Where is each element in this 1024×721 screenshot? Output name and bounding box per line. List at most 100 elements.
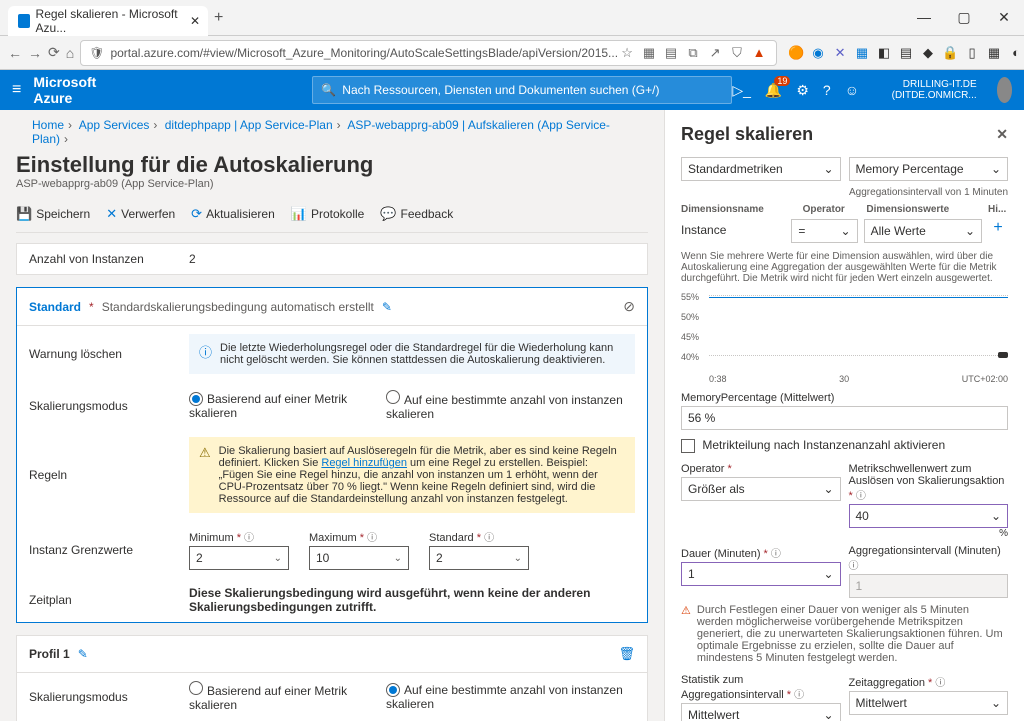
nav-fwd-icon[interactable]: → <box>28 45 42 61</box>
ext-icon[interactable]: ◧ <box>875 45 893 61</box>
breadcrumb: Home› App Services› ditdephpapp | App Se… <box>16 110 648 150</box>
add-dimension-icon[interactable]: + <box>988 219 1008 243</box>
azure-brand[interactable]: Microsoft Azure <box>33 74 112 106</box>
avatar[interactable] <box>997 77 1012 103</box>
min-select[interactable]: 2⌄ <box>189 546 289 570</box>
window-close[interactable]: ✕ <box>984 9 1024 26</box>
profile-title: Profil 1 <box>29 647 70 661</box>
logs-icon: 📊 <box>291 206 307 222</box>
qr-icon[interactable]: ▦ <box>640 45 658 61</box>
warn-delete-label: Warnung löschen <box>29 347 189 361</box>
standard-subtitle: Standardskalierungsbedingung automatisch… <box>102 300 374 314</box>
tab-close-icon[interactable]: ✕ <box>190 14 200 28</box>
metric-value-box: 56 % <box>681 406 1008 430</box>
ext-icon[interactable]: 🟠 <box>787 45 805 61</box>
azure-search[interactable]: 🔍 Nach Ressourcen, Diensten und Dokument… <box>312 76 732 104</box>
refresh-icon: ⟳ <box>191 206 202 222</box>
feedback-icon: 💬 <box>380 206 396 222</box>
radio-metric[interactable]: Basierend auf einer Metrik skalieren <box>189 392 370 420</box>
save-icon: 💾 <box>16 206 32 222</box>
pip-icon[interactable]: ⧉ <box>684 45 702 61</box>
delete-icon[interactable]: 🗑 <box>618 646 635 662</box>
add-rule-link[interactable]: Regel hinzufügen <box>321 457 407 469</box>
ext-icon[interactable]: ◉ <box>809 45 827 61</box>
url-text: portal.azure.com/#view/Microsoft_Azure_M… <box>110 46 618 60</box>
nav-back-icon[interactable]: ← <box>8 45 22 61</box>
logs-button[interactable]: 📊Protokolle <box>291 206 365 222</box>
dim-vals-select[interactable]: Alle Werte⌄ <box>864 219 982 243</box>
duration-input[interactable]: 1⌄ <box>681 562 841 586</box>
std-select[interactable]: 2⌄ <box>429 546 529 570</box>
agg-note: Aggregationsintervall von 1 Minuten <box>681 187 1008 198</box>
azure-favicon <box>18 14 30 28</box>
threshold-input[interactable]: 40⌄ <box>849 504 1009 528</box>
metric-select[interactable]: Memory Percentage⌄ <box>849 157 1009 181</box>
stat-select[interactable]: Mittelwert⌄ <box>681 703 841 721</box>
crumb-home[interactable]: Home <box>32 118 64 132</box>
tab-title: Regel skalieren - Microsoft Azu... <box>36 7 180 35</box>
warn-triangle-icon[interactable]: ▲ <box>750 45 768 61</box>
scale-mode-label: Skalierungsmodus <box>29 399 189 413</box>
share-icon[interactable]: ↗ <box>706 45 724 61</box>
operator-select[interactable]: Größer als⌄ <box>681 477 841 501</box>
discard-icon: ✕ <box>106 206 117 222</box>
nav-home-icon[interactable]: ⌂ <box>66 45 74 61</box>
help-icon[interactable]: ? <box>823 82 831 98</box>
hamburger-icon[interactable]: ≡ <box>12 81 21 99</box>
ext-icon[interactable]: 🔒 <box>941 45 959 61</box>
url-bar[interactable]: 🛡 portal.azure.com/#view/Microsoft_Azure… <box>80 40 777 66</box>
dim-op-select[interactable]: =⌄ <box>791 219 857 243</box>
cloud-shell-icon[interactable]: ▷_ <box>732 82 751 99</box>
forbidden-icon: ⊘ <box>623 298 635 315</box>
required-star: * <box>89 300 94 314</box>
window-minimize[interactable]: — <box>904 9 944 26</box>
schedule-text: Diese Skalierungsbedingung wird ausgefüh… <box>189 586 635 614</box>
ext-icon[interactable]: ▦ <box>985 45 1003 61</box>
max-select[interactable]: 10⌄ <box>309 546 409 570</box>
crumb-plan[interactable]: ditdephpapp | App Service-Plan <box>165 118 333 132</box>
rules-label: Regeln <box>29 468 189 482</box>
window-maximize[interactable]: ▢ <box>944 9 984 26</box>
refresh-button[interactable]: ⟳Aktualisieren <box>191 206 275 222</box>
source-select[interactable]: Standardmetriken⌄ <box>681 157 841 181</box>
account-info[interactable]: DRILLING-IT.DE (DITDE.ONMICR... <box>881 79 977 101</box>
feedback-button[interactable]: 💬Feedback <box>380 206 453 222</box>
page-subtitle: ASP-webapprg-ab09 (App Service-Plan) <box>16 178 648 190</box>
search-icon: 🔍 <box>321 83 336 97</box>
reader-icon[interactable]: ▤ <box>662 45 680 61</box>
new-tab-icon[interactable]: + <box>214 9 223 27</box>
shield2-icon[interactable]: ⛉ <box>728 45 746 61</box>
settings-icon[interactable]: ⚙ <box>796 82 809 99</box>
dim-vals-header: Dimensionswerte <box>866 204 982 215</box>
warn-icon: ⚠ <box>681 604 691 664</box>
timeagg-select[interactable]: Mittelwert⌄ <box>849 691 1009 715</box>
discard-button[interactable]: ✕Verwerfen <box>106 206 175 222</box>
panel-title: Regel skalieren <box>681 124 813 145</box>
ext-icon[interactable]: ▤ <box>897 45 915 61</box>
feedback-icon[interactable]: ☺ <box>845 82 859 98</box>
browser-tab[interactable]: Regel skalieren - Microsoft Azu... ✕ <box>8 6 208 36</box>
edit-icon[interactable]: ✎ <box>382 300 392 314</box>
ext-icon[interactable]: ◐ <box>1007 45 1024 61</box>
agg-int-input: 1 <box>849 574 1009 598</box>
ext-icon[interactable]: ✕ <box>831 45 849 61</box>
rules-text: Die Skalierung basiert auf Auslöseregeln… <box>219 445 625 505</box>
ext-icon[interactable]: ▦ <box>853 45 871 61</box>
star-icon[interactable]: ☆ <box>618 45 636 61</box>
radio-count[interactable]: Auf eine bestimmte anzahl von instanzen … <box>386 683 635 711</box>
ext-icon[interactable]: ▯ <box>963 45 981 61</box>
info-text: Die letzte Wiederholungsregel oder die S… <box>220 342 625 366</box>
shield-icon: 🛡 <box>89 46 104 60</box>
search-placeholder: Nach Ressourcen, Diensten und Dokumenten… <box>342 83 659 97</box>
radio-metric[interactable]: Basierend auf einer Metrik skalieren <box>189 681 370 712</box>
crumb-appservices[interactable]: App Services <box>79 118 150 132</box>
save-button[interactable]: 💾Speichern <box>16 206 90 222</box>
radio-count[interactable]: Auf eine bestimmte anzahl von instanzen … <box>386 390 635 421</box>
page-title: Einstellung für die Autoskalierung <box>16 152 648 178</box>
nav-reload-icon[interactable]: ⟳ <box>48 44 60 61</box>
panel-close-icon[interactable]: ✕ <box>996 126 1008 143</box>
notifications-icon[interactable]: 🔔 <box>765 82 782 99</box>
edit-icon[interactable]: ✎ <box>78 647 88 661</box>
ext-icon[interactable]: ◆ <box>919 45 937 61</box>
split-checkbox[interactable] <box>681 439 695 453</box>
